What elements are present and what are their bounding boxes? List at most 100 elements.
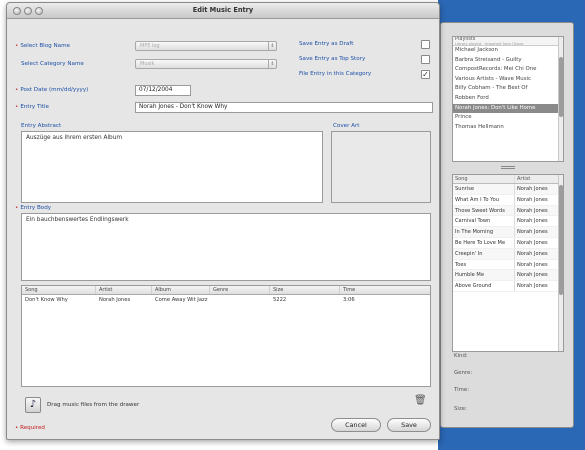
playlist-scrollbar[interactable] [558, 37, 563, 161]
save-top-story-checkbox[interactable] [421, 55, 430, 64]
cancel-button[interactable]: Cancel [331, 418, 381, 432]
playlist-item[interactable]: Thomas Hellmann [453, 123, 563, 133]
drawer-song-title: Those Sweet Words [453, 205, 515, 216]
cell-genre [210, 295, 270, 305]
meta-size-label: Size: [454, 406, 467, 412]
drawer-song-artist: Norah Jones [517, 218, 548, 225]
save-draft-checkbox[interactable] [421, 40, 430, 49]
select-blog-label: • Select Blog Name [15, 43, 70, 49]
drawer-song-artist: Norah Jones [517, 239, 548, 246]
cell-size: 5222 [273, 297, 287, 303]
trash-icon[interactable]: 🗑 [414, 395, 427, 406]
category-popup[interactable]: Musik ⇕ [135, 59, 277, 69]
song-scrollbar[interactable] [558, 175, 563, 351]
playlist-list[interactable]: Playlists Library playlist · Imported fr… [452, 36, 564, 162]
drawer-song-title: Creepin' In [453, 248, 515, 259]
drag-hint: Drag music files from the drawer [47, 402, 140, 408]
entry-body-label: • Entry Body [15, 205, 52, 211]
song-table[interactable]: Song Artist Album Genre Size Time Don't … [21, 285, 431, 387]
music-note-icon[interactable]: ♪ [25, 397, 41, 413]
drawer-song-row[interactable]: Above Ground Norah Jones [453, 281, 563, 292]
drawer-song-title: In The Morning [453, 227, 515, 237]
entry-title-field[interactable]: Norah Jones - Don't Know Why [135, 102, 433, 113]
meta-kind-label: Kind: [454, 353, 468, 359]
col-size[interactable]: Size [270, 286, 340, 294]
drawer-song-artist: Norah Jones [517, 261, 548, 268]
drawer-song-row[interactable]: Humble Me Norah Jones [453, 270, 563, 282]
playlist-header: Playlists Library playlist · Imported fr… [453, 37, 563, 46]
drawer-split-handle[interactable] [501, 166, 515, 169]
drawer-song-header: Song Artist [453, 175, 563, 184]
drawer-song-artist: Norah Jones [517, 186, 548, 192]
file-in-category-label: File Entry in this Category [299, 71, 372, 77]
save-draft-label: Save Entry as Draft [299, 41, 354, 47]
playlist-item[interactable]: CompostRecords: Mei Chi One [453, 65, 563, 75]
playlist-item[interactable]: Michael Jackson [453, 46, 563, 56]
entry-abstract-field[interactable]: Auszüge aus ihrem ersten Album [21, 131, 323, 203]
col-album[interactable]: Album [152, 286, 210, 294]
cover-art-label: Cover Art [333, 123, 360, 129]
blog-name-popup[interactable]: MFE log ⇕ [135, 41, 277, 51]
drawer-col-song[interactable]: Song [453, 175, 515, 183]
meta-time-label: Time: [454, 387, 470, 393]
post-date-label: • Post Date (mm/dd/yyyy) [15, 87, 89, 93]
playlist-item[interactable]: Barbra Streisand - Guilty [453, 56, 563, 66]
col-genre[interactable]: Genre [210, 286, 270, 294]
drawer-song-artist: Norah Jones [517, 207, 548, 214]
playlist-item[interactable]: Prince [453, 113, 563, 123]
song-scroll-thumb[interactable] [559, 185, 563, 295]
window-title: Edit Music Entry [192, 6, 254, 14]
post-date-field[interactable]: 07/12/2004 [135, 85, 191, 96]
drawer-song-title: Above Ground [453, 281, 515, 291]
song-table-header: Song Artist Album Genre Size Time [22, 286, 430, 295]
category-value: Musik [140, 61, 155, 67]
meta-genre-label: Genre: [454, 370, 473, 376]
entry-abstract-label: Entry Abstract [21, 123, 62, 129]
drawer-col-artist[interactable]: Artist [515, 175, 559, 183]
drawer-song-row[interactable]: Those Sweet Words Norah Jones [453, 205, 563, 217]
cover-art-well[interactable] [331, 131, 431, 203]
drawer-song-row[interactable]: Be Here To Love Me Norah Jones [453, 237, 563, 249]
required-note: • Required [15, 425, 45, 431]
music-drawer: Playlists Library playlist · Imported fr… [440, 22, 574, 428]
drawer-song-row[interactable]: Creepin' In Norah Jones [453, 248, 563, 260]
save-button[interactable]: Save [387, 418, 431, 432]
playlist-item[interactable]: Norah Jones: Don't Like Home [453, 103, 563, 114]
drawer-song-row[interactable]: Carnival Town Norah Jones [453, 216, 563, 228]
drawer-song-title: Be Here To Love Me [453, 237, 515, 248]
cell-artist: Norah Jones [99, 297, 131, 303]
col-artist[interactable]: Artist [96, 286, 152, 294]
entry-body-field[interactable]: Ein bauchbenswertes Endlingswerk [21, 213, 431, 281]
playlist-scroll-thumb[interactable] [559, 57, 563, 117]
drawer-song-title: Humble Me [453, 270, 515, 281]
chevron-updown-icon: ⇕ [268, 60, 276, 68]
drawer-song-artist: Norah Jones [517, 229, 548, 236]
post-date-label-text: Post Date (mm/dd/yyyy) [20, 87, 89, 93]
playlist-item[interactable]: Robben Ford [453, 94, 563, 104]
drawer-song-title: Carnival Town [453, 216, 515, 227]
drawer-song-artist: Norah Jones [517, 283, 548, 290]
title-bar[interactable]: Edit Music Entry [7, 3, 439, 19]
playlist-item[interactable]: Various Artists - Wave Music [453, 75, 563, 85]
chevron-updown-icon: ⇕ [268, 42, 276, 50]
drawer-song-title: Sunrise [453, 184, 515, 194]
save-top-story-label: Save Entry as Top Story [299, 56, 366, 62]
playlist-item[interactable]: Billy Cobham - The Best Of [453, 84, 563, 94]
select-category-label: Select Category Name [21, 61, 84, 67]
col-song[interactable]: Song [22, 286, 96, 294]
drawer-song-row[interactable]: What Am I To You Norah Jones [453, 194, 563, 206]
col-time[interactable]: Time [340, 286, 430, 294]
drawer-song-title: Toes [453, 259, 515, 270]
entry-title-label: • Entry Title [15, 104, 49, 110]
table-row[interactable]: Don't Know Why Norah Jones Come Away Wit… [22, 295, 430, 305]
drawer-song-artist: Norah Jones [517, 272, 548, 279]
file-in-category-checkbox[interactable]: ✓ [421, 70, 430, 79]
edit-music-entry-window: Edit Music Entry • Select Blog Name MFE l… [6, 2, 440, 440]
drawer-song-row[interactable]: Toes Norah Jones [453, 259, 563, 271]
cell-time: 3:06 [343, 297, 355, 303]
drawer-song-row[interactable]: In The Morning Norah Jones [453, 227, 563, 238]
drawer-song-list[interactable]: Song Artist Sunrise Norah Jones What Am I … [452, 174, 564, 352]
drawer-song-artist: Norah Jones [517, 250, 548, 257]
drawer-song-row[interactable]: Sunrise Norah Jones [453, 184, 563, 195]
drawer-song-artist: Norah Jones [517, 196, 548, 203]
